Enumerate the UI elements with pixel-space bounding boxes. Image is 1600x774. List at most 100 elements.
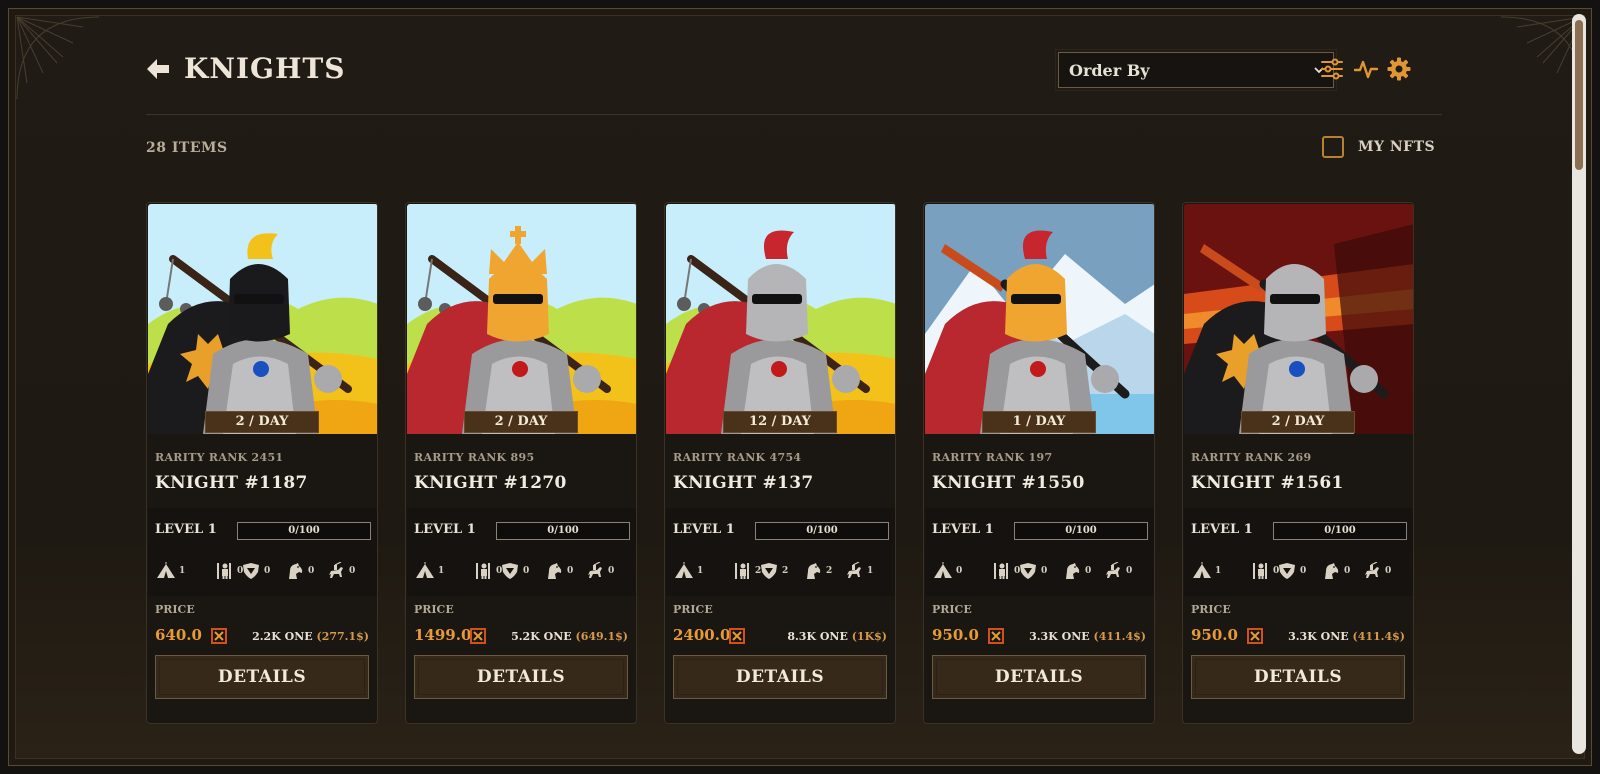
shield-icon xyxy=(502,563,518,579)
yield-badge: 2 / DAY xyxy=(464,411,578,433)
rarity-rank: RARITY RANK 2451 xyxy=(155,451,284,464)
unit-count: 0 xyxy=(308,566,315,576)
details-button[interactable]: DETAILS xyxy=(414,655,628,699)
unit-stat: 1 xyxy=(674,562,703,580)
xp-progress-text: 0/100 xyxy=(1324,525,1356,536)
tent-icon xyxy=(1193,562,1211,578)
unit-stat: 0 xyxy=(214,562,243,580)
details-button[interactable]: DETAILS xyxy=(932,655,1146,699)
unit-stat: 0 xyxy=(1321,562,1350,580)
shield-icon xyxy=(1020,563,1036,579)
details-button[interactable]: DETAILS xyxy=(673,655,887,699)
tent-icon xyxy=(675,562,693,578)
knight-image[interactable] xyxy=(1184,204,1413,434)
knight-card[interactable]: 1 / DAY RARITY RANK 197 KNIGHT #1550 LEVEL … xyxy=(923,202,1155,724)
price-usd: (411.4$) xyxy=(1352,630,1405,643)
unit-stat: 0 xyxy=(1018,562,1047,580)
order-by-select[interactable]: Order By xyxy=(1055,49,1337,91)
yield-badge: 12 / DAY xyxy=(723,411,837,433)
header-divider xyxy=(146,114,1442,115)
knight-image[interactable] xyxy=(666,204,895,434)
unit-stat: 0 xyxy=(933,562,962,580)
details-button[interactable]: DETAILS xyxy=(1191,655,1405,699)
page-scrollbar[interactable] xyxy=(1572,14,1586,754)
unit-count: 0 xyxy=(1126,566,1133,576)
yield-badge: 2 / DAY xyxy=(205,411,319,433)
knight-image[interactable] xyxy=(925,204,1154,434)
knight-card[interactable]: 2 / DAY RARITY RANK 895 KNIGHT #1270 LEVEL … xyxy=(405,202,637,724)
unit-count: 0 xyxy=(1300,566,1307,576)
xp-progress-bar: 0/100 xyxy=(237,522,371,540)
activity-pulse-icon[interactable] xyxy=(1354,57,1378,81)
knight-card[interactable]: 2 / DAY RARITY RANK 2451 KNIGHT #1187 LEVEL… xyxy=(146,202,378,724)
price-one: 2.2K ONE (277.1$) xyxy=(252,630,369,643)
knight-card[interactable]: 12 / DAY RARITY RANK 4754 KNIGHT #137 LEVEL… xyxy=(664,202,896,724)
price-usd: (277.1$) xyxy=(316,630,369,643)
cavalry-icon xyxy=(1106,562,1120,578)
yield-badge: 1 / DAY xyxy=(982,411,1096,433)
page-title: KNIGHTS xyxy=(184,52,346,85)
back-arrow-icon[interactable] xyxy=(146,58,170,80)
rarity-rank: RARITY RANK 4754 xyxy=(673,451,802,464)
xp-progress-bar: 0/100 xyxy=(755,522,889,540)
unit-stat: 0 xyxy=(500,562,529,580)
stats-block: LEVEL 1 0/100 1 0 0 0 0 xyxy=(407,508,636,596)
knight-name: KNIGHT #1561 xyxy=(1191,473,1344,493)
level-label: LEVEL 1 xyxy=(414,522,476,537)
unit-stat: 1 xyxy=(844,562,873,580)
token-coin-icon xyxy=(988,628,1004,644)
xp-progress-text: 0/100 xyxy=(547,525,579,536)
shield-icon xyxy=(243,563,259,579)
details-button[interactable]: DETAILS xyxy=(155,655,369,699)
horse-icon xyxy=(807,563,821,579)
unit-stat: 0 xyxy=(1277,562,1306,580)
items-count: 28 ITEMS xyxy=(146,140,228,156)
unit-stat: 0 xyxy=(991,562,1020,580)
unit-stat: 2 xyxy=(759,562,788,580)
rarity-rank: RARITY RANK 269 xyxy=(1191,451,1312,464)
level-label: LEVEL 1 xyxy=(1191,522,1253,537)
spearman-icon xyxy=(994,563,1008,579)
unit-count: 0 xyxy=(1085,566,1092,576)
price-label: PRICE xyxy=(155,603,195,616)
price-one-amount: 8.3K ONE xyxy=(787,630,848,643)
scrollbar-thumb[interactable] xyxy=(1575,20,1583,170)
xp-progress-bar: 0/100 xyxy=(496,522,630,540)
my-nfts-checkbox[interactable] xyxy=(1322,136,1344,158)
token-coin-icon xyxy=(1247,628,1263,644)
price-value: 2400.0 xyxy=(673,626,731,644)
knight-card[interactable]: 2 / DAY RARITY RANK 269 KNIGHT #1561 LEVEL … xyxy=(1182,202,1414,724)
knight-image[interactable] xyxy=(148,204,377,434)
price-value: 950.0 xyxy=(1191,626,1238,644)
rarity-rank: RARITY RANK 197 xyxy=(932,451,1053,464)
unit-count: 0 xyxy=(1344,566,1351,576)
knight-image[interactable] xyxy=(407,204,636,434)
xp-progress-text: 0/100 xyxy=(288,525,320,536)
unit-stat: 0 xyxy=(326,562,355,580)
price-one-amount: 5.2K ONE xyxy=(511,630,572,643)
unit-stat: 1 xyxy=(1192,562,1221,580)
shield-icon xyxy=(1279,563,1295,579)
my-nfts-toggle[interactable]: MY NFTS xyxy=(1322,136,1435,158)
spearman-icon xyxy=(1253,563,1267,579)
price-one-amount: 2.2K ONE xyxy=(252,630,313,643)
price-usd: (411.4$) xyxy=(1093,630,1146,643)
filter-sliders-icon[interactable] xyxy=(1320,57,1344,81)
level-label: LEVEL 1 xyxy=(932,522,994,537)
price-usd: (1K$) xyxy=(851,630,887,643)
price-label: PRICE xyxy=(673,603,713,616)
tent-icon xyxy=(157,562,175,578)
level-label: LEVEL 1 xyxy=(155,522,217,537)
gear-icon[interactable] xyxy=(1387,57,1411,81)
price-one-amount: 3.3K ONE xyxy=(1029,630,1090,643)
unit-count: 0 xyxy=(1385,566,1392,576)
knight-name: KNIGHT #1550 xyxy=(932,473,1085,493)
unit-stat: 0 xyxy=(1362,562,1391,580)
stats-block: LEVEL 1 0/100 1 2 2 2 1 xyxy=(666,508,895,596)
unit-count: 2 xyxy=(782,566,789,576)
price-value: 640.0 xyxy=(155,626,202,644)
unit-stat: 0 xyxy=(473,562,502,580)
spearman-icon xyxy=(217,563,231,579)
token-coin-icon xyxy=(729,628,745,644)
horse-icon xyxy=(1066,563,1080,579)
